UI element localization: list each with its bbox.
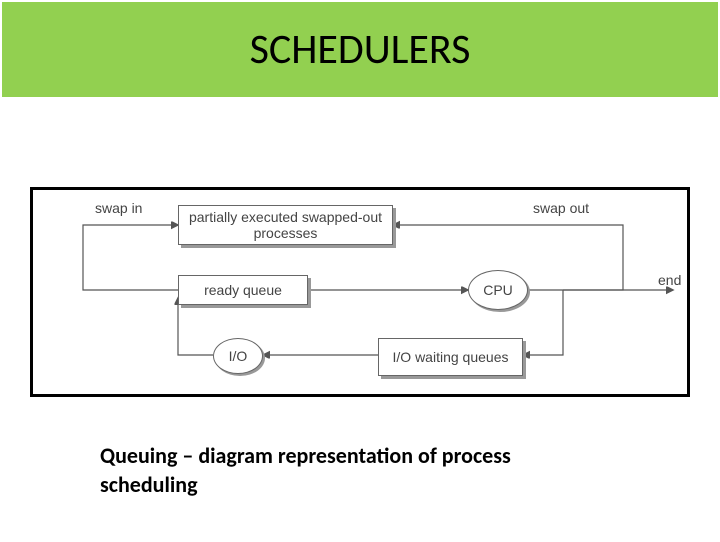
label-swap-out: swap out — [533, 200, 589, 216]
diagram-frame: swap in swap out end partially executed … — [30, 187, 690, 397]
box-ready-queue: ready queue — [178, 275, 308, 305]
label-swap-in: swap in — [95, 200, 142, 216]
label-end: end — [658, 272, 681, 288]
diagram: swap in swap out end partially executed … — [33, 190, 687, 394]
node-io: I/O — [213, 338, 263, 374]
title-bar: SCHEDULERS — [2, 2, 718, 97]
node-cpu: CPU — [468, 270, 528, 310]
page-title: SCHEDULERS — [250, 24, 471, 75]
box-partially-executed: partially executed swapped-out processes — [178, 205, 393, 245]
caption: Queuing – diagram representation of proc… — [100, 442, 600, 499]
box-io-waiting: I/O waiting queues — [378, 338, 523, 376]
